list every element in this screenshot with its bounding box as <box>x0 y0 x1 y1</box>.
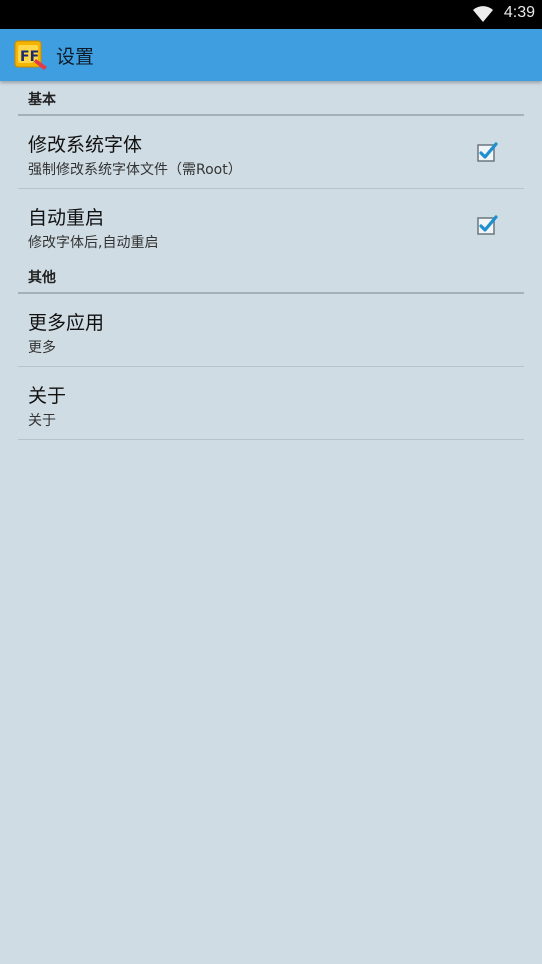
section-header-other: 其他 <box>18 262 524 294</box>
pref-summary: 更多 <box>28 340 56 356</box>
pref-summary: 强制修改系统字体文件（需Root） <box>28 162 242 178</box>
pref-more-apps[interactable]: 更多应用 更多 <box>18 294 524 367</box>
pref-title: 关于 <box>28 385 67 407</box>
page-title: 设置 <box>56 46 95 68</box>
settings-list: 基本 修改系统字体 强制修改系统字体文件（需Root） 自动重启 修改字体后,自… <box>18 84 524 440</box>
pref-title: 自动重启 <box>28 207 105 229</box>
pref-summary: 关于 <box>28 413 56 429</box>
pref-summary: 修改字体后,自动重启 <box>28 235 159 251</box>
pref-title: 修改系统字体 <box>28 134 143 156</box>
section-header-basic: 基本 <box>18 84 524 116</box>
pref-about[interactable]: 关于 关于 <box>18 367 524 440</box>
status-bar: 4:39 <box>0 0 542 29</box>
pref-title: 更多应用 <box>28 312 105 334</box>
action-bar: FF 设置 <box>0 29 542 81</box>
pref-auto-restart[interactable]: 自动重启 修改字体后,自动重启 <box>18 189 524 262</box>
wifi-icon <box>473 6 493 22</box>
status-time: 4:39 <box>503 4 535 21</box>
checkbox-checked-icon[interactable] <box>476 141 498 163</box>
pref-modify-system-font[interactable]: 修改系统字体 强制修改系统字体文件（需Root） <box>18 116 524 189</box>
app-logo-icon[interactable]: FF <box>12 37 50 73</box>
checkbox-checked-icon[interactable] <box>476 214 498 236</box>
